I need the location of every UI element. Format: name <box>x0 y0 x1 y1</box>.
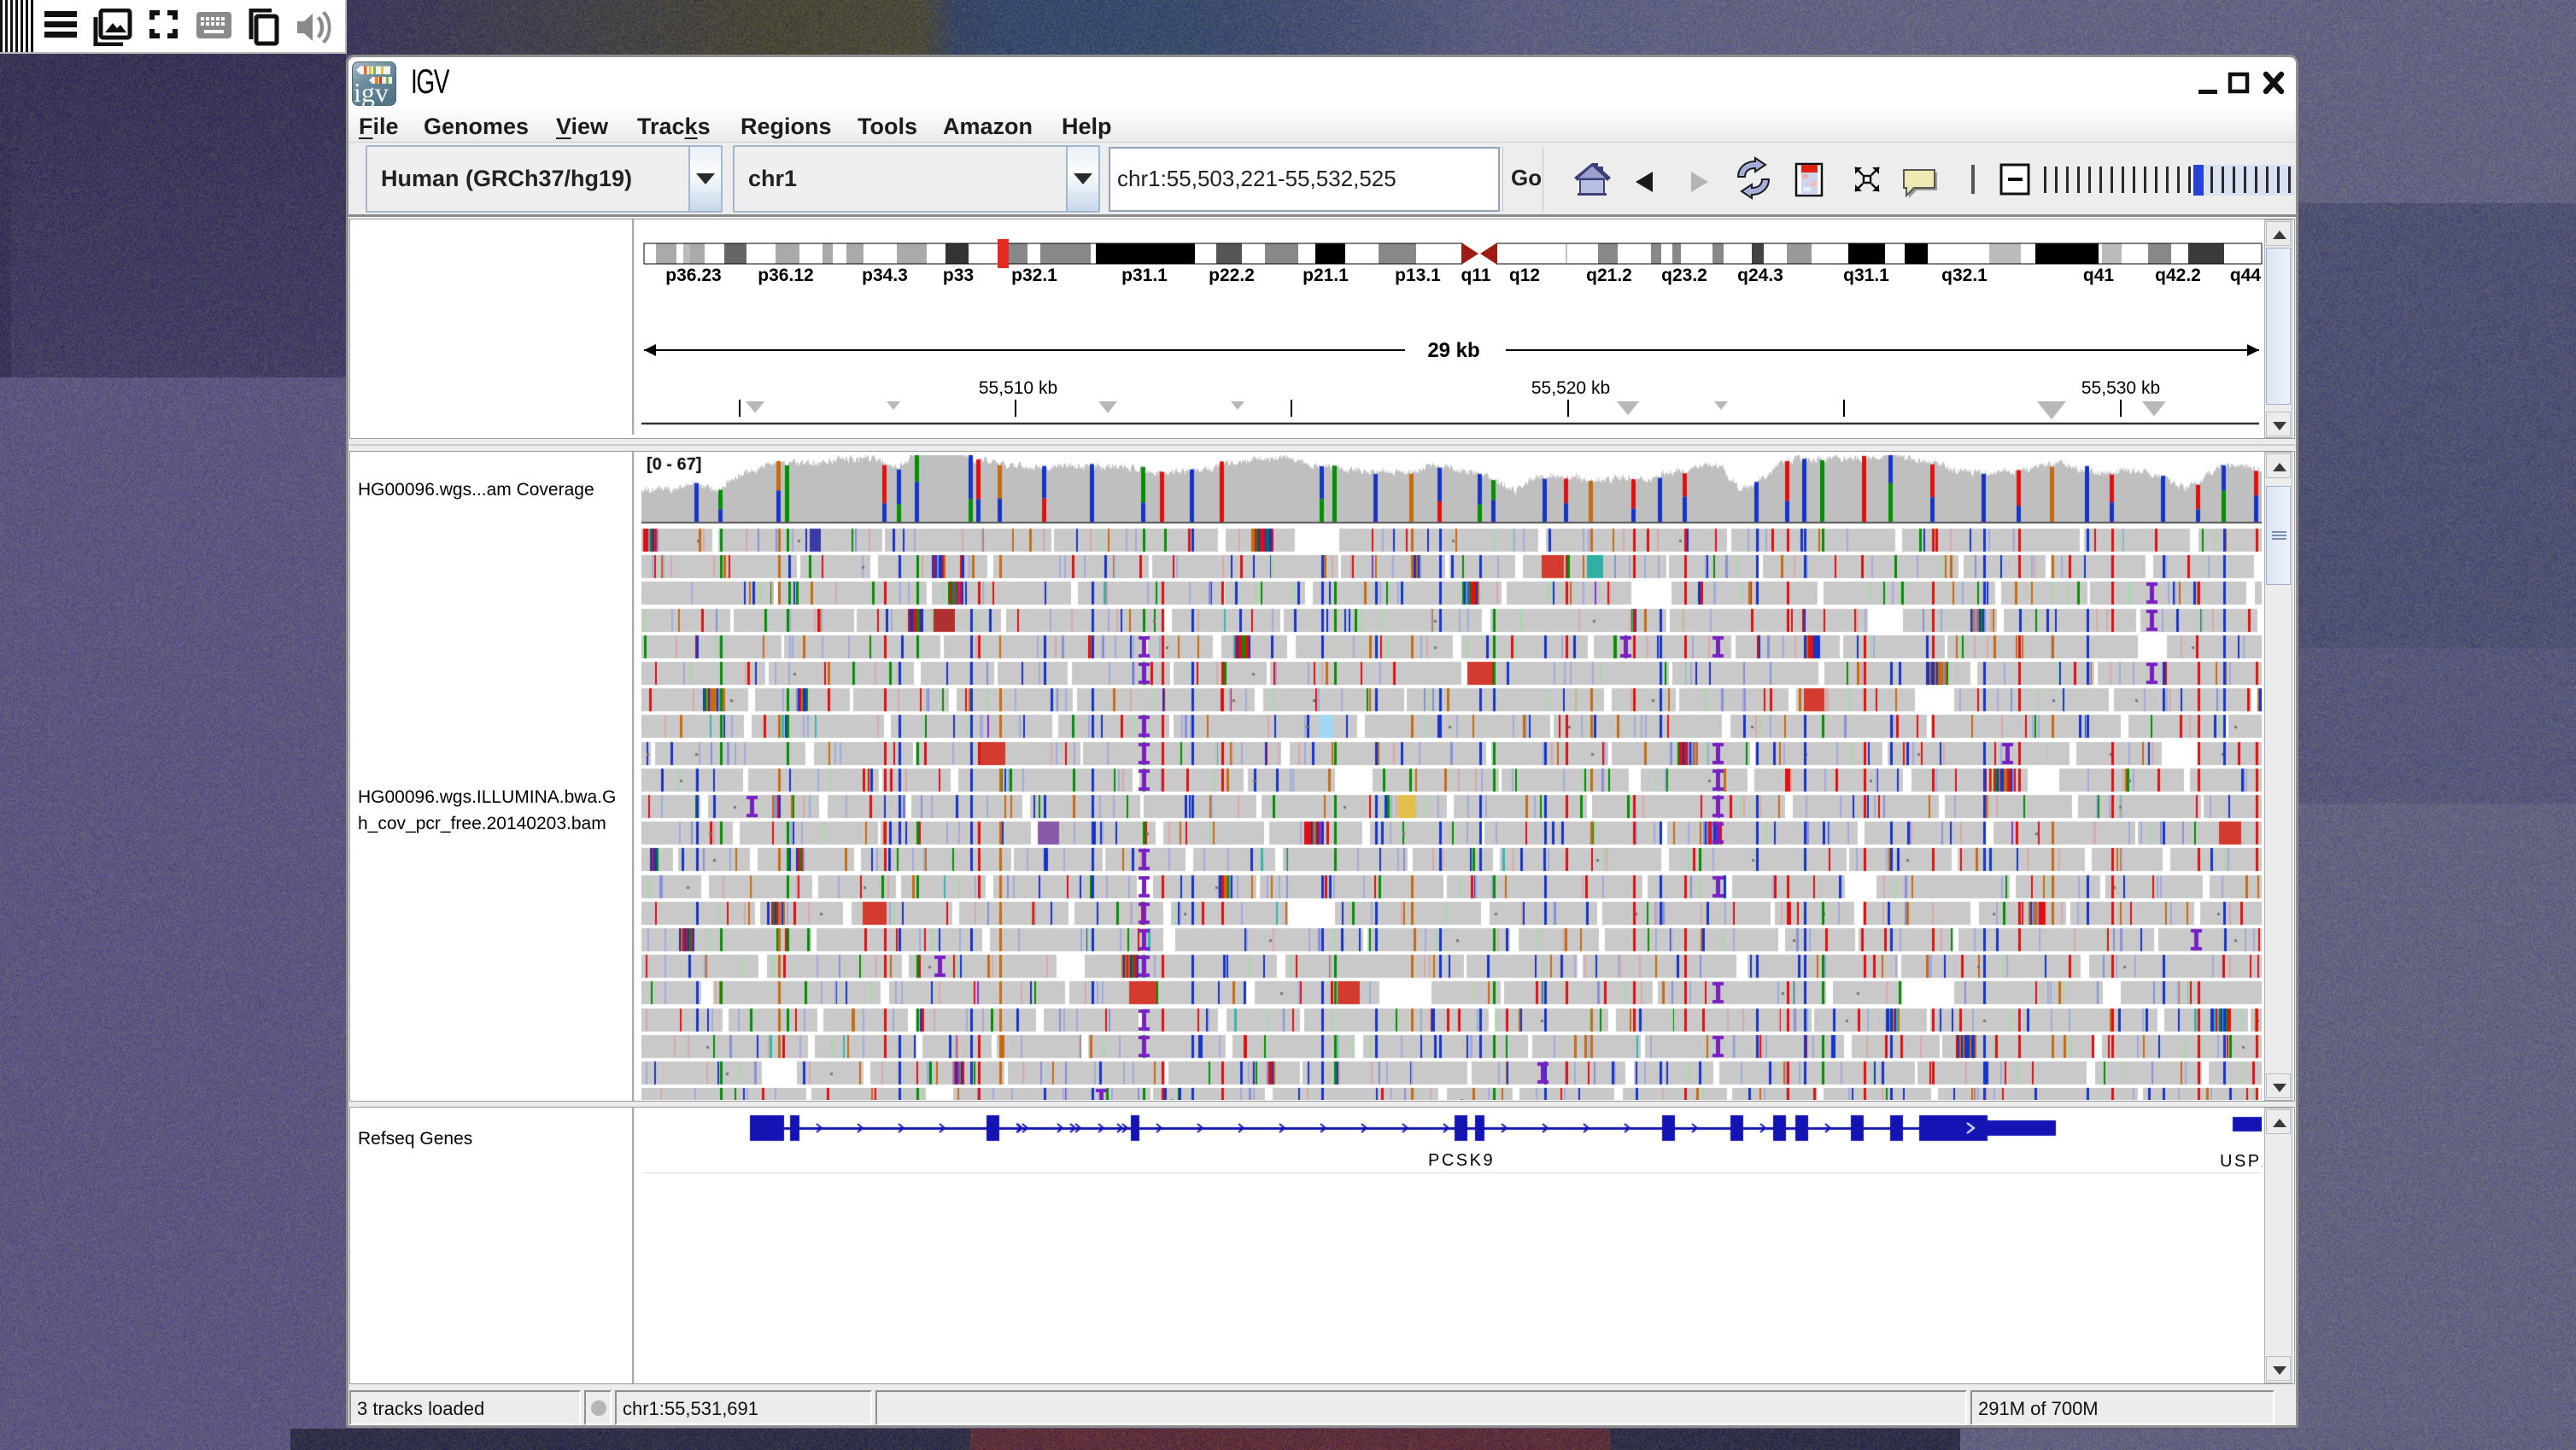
svg-text:p36.12: p36.12 <box>758 266 813 285</box>
svg-text:q42.2: q42.2 <box>2155 266 2201 285</box>
svg-text:igv: igv <box>354 77 389 106</box>
svg-text:p22.2: p22.2 <box>1209 266 1255 285</box>
svg-text:q31.1: q31.1 <box>1843 266 1889 285</box>
svg-text:p31.1: p31.1 <box>1121 266 1168 285</box>
svg-text:q21.2: q21.2 <box>1586 266 1632 285</box>
svg-text:p21.1: p21.1 <box>1303 266 1349 285</box>
svg-text:p33: p33 <box>943 266 974 285</box>
svg-text:q44: q44 <box>2230 266 2262 285</box>
svg-text:q11: q11 <box>1461 266 1490 285</box>
svg-text:p34.3: p34.3 <box>862 266 908 285</box>
svg-text:q32.1: q32.1 <box>1941 266 1988 285</box>
svg-text:q41: q41 <box>2083 266 2115 285</box>
svg-text:p36.23: p36.23 <box>665 266 721 285</box>
svg-text:55,510 kb: 55,510 kb <box>979 378 1057 398</box>
svg-text:55,520 kb: 55,520 kb <box>1531 378 1610 398</box>
svg-text:q23.2: q23.2 <box>1661 266 1707 285</box>
svg-text:29 kb: 29 kb <box>1427 339 1479 362</box>
svg-text:p32.1: p32.1 <box>1011 266 1057 285</box>
svg-text:q12: q12 <box>1509 266 1540 285</box>
svg-text:55,530 kb: 55,530 kb <box>2081 378 2160 398</box>
svg-text:q24.3: q24.3 <box>1737 266 1783 285</box>
svg-text:p13.1: p13.1 <box>1395 266 1441 285</box>
